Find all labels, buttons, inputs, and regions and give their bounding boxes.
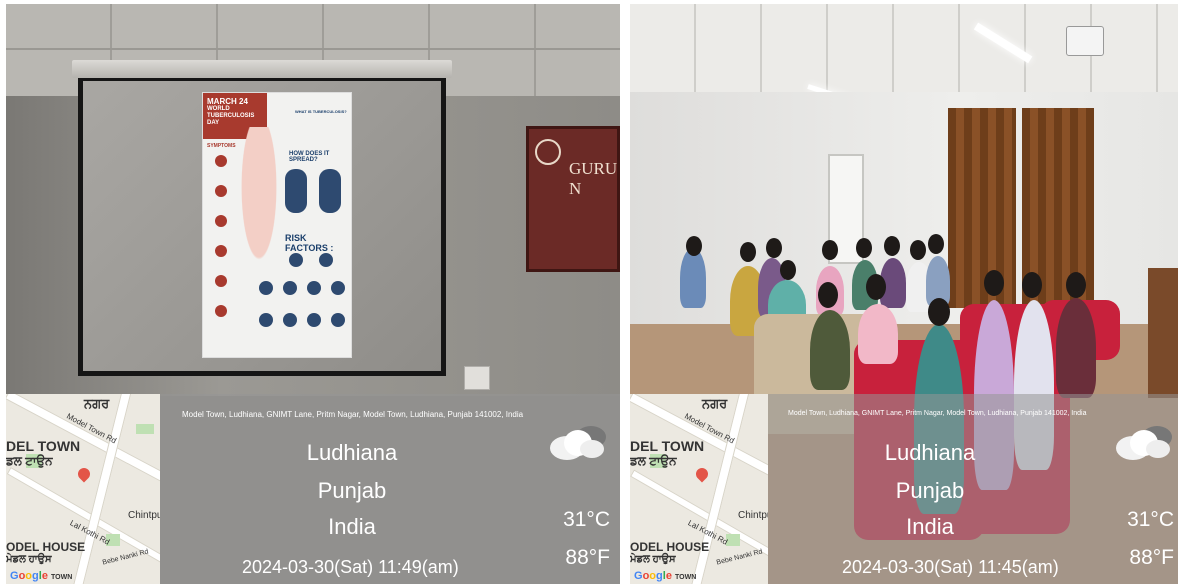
risk-icon	[289, 253, 303, 267]
podium	[1148, 268, 1178, 398]
google-logo: Google TOWN	[634, 570, 697, 582]
student	[1056, 298, 1096, 398]
location-map: ਨਗਰ DEL TOWN ਡਲ ਟਾਉਨ Model Town Rd Lal K…	[6, 394, 160, 584]
student-head	[866, 274, 886, 300]
poster-risk-factors: RISK FACTORS :	[285, 233, 334, 253]
map-brand-sub: TOWN	[675, 574, 697, 581]
person-icon	[285, 169, 307, 213]
symptom-icon	[215, 305, 227, 317]
student-head	[740, 242, 756, 262]
map-label-area: DEL TOWN	[6, 438, 81, 454]
screen-housing	[72, 60, 452, 78]
map-label-bottom: ODEL HOUSE	[6, 540, 86, 554]
risk-icon	[259, 313, 273, 327]
datetime-text: 2024-03-30(Sat) 11:49(am)	[242, 557, 459, 577]
risk-icon	[283, 281, 297, 295]
geotag-overlay: ਨਗਰ DEL TOWN ਡਲ ਟਾਉਨ Model Town Rd Lal K…	[630, 394, 1178, 584]
location-map: ਨਗਰ DEL TOWN ਡਲ ਟਾਉਨ Model Town Rd Lal K…	[630, 394, 768, 584]
map-label-area-pa: ਡਲ ਟਾਉਨ	[6, 454, 53, 468]
poster-date: MARCH 24	[207, 97, 248, 106]
student-head	[686, 236, 702, 256]
country-text: India	[328, 514, 376, 539]
map-road-3: Bebe Nanki Rd	[715, 548, 764, 567]
student-head	[822, 240, 838, 260]
cloud-icon	[1116, 426, 1174, 460]
student-head	[910, 240, 926, 260]
risk-icon	[331, 281, 345, 295]
symptom-icon	[215, 185, 227, 197]
poster-event-2: TUBERCULOSIS	[207, 113, 255, 119]
risk-icon	[283, 313, 297, 327]
map-label-right: Chintpu	[738, 510, 768, 521]
temperature-celsius: 31°C	[563, 508, 610, 531]
student-head	[984, 270, 1004, 296]
map-label-area-pa: ਡਲ ਟਾਉਨ	[630, 454, 677, 468]
curtain	[948, 108, 1016, 308]
state-text: Punjab	[317, 478, 387, 503]
city-text: Ludhiana	[306, 440, 398, 465]
student-head	[884, 236, 900, 256]
city-text: Ludhiana	[884, 440, 976, 465]
map-label-top: ਨਗਰ	[84, 396, 110, 411]
map-road-3: Bebe Nanki Rd	[101, 548, 150, 567]
map-label-bottom-pa: ਮੇਡਲ ਹਾਉਸ	[6, 554, 52, 565]
risk-icon	[259, 281, 273, 295]
cloud-icon	[550, 426, 608, 460]
student-head	[856, 238, 872, 258]
student-head	[780, 260, 796, 280]
location-pin-icon	[693, 465, 711, 483]
switch-board	[464, 366, 490, 390]
poster-symptoms: SYMPTOMS	[207, 143, 236, 149]
poster-body-illustration	[237, 127, 281, 277]
map-label-bottom-pa: ਮੇਡਲ ਹਾਉਸ	[630, 554, 676, 565]
risk-icon	[307, 281, 321, 295]
symptom-icon	[215, 155, 227, 167]
student-head	[928, 234, 944, 254]
photo-audience: ਨਗਰ DEL TOWN ਡਲ ਟਾਉਨ Model Town Rd Lal K…	[630, 4, 1178, 584]
map-label-bottom: ODEL HOUSE	[630, 540, 710, 554]
risk-icon	[331, 313, 345, 327]
datetime-text: 2024-03-30(Sat) 11:45(am)	[842, 557, 1059, 577]
student-head	[766, 238, 782, 258]
location-pin-icon	[75, 465, 93, 483]
student	[858, 304, 898, 364]
temperature-celsius: 31°C	[1127, 508, 1174, 531]
poster-question-what: WHAT IS TUBERCULOSIS?	[295, 109, 347, 114]
country-text: India	[906, 514, 954, 539]
symptom-icon	[215, 245, 227, 257]
map-label-top: ਨਗਰ	[702, 396, 728, 411]
student-head	[1022, 272, 1042, 298]
google-logo: Google TOWN	[10, 570, 73, 582]
projector	[1066, 26, 1104, 56]
geotag-overlay: ਨਗਰ DEL TOWN ਡਲ ਟਾਉਨ Model Town Rd Lal K…	[6, 394, 620, 584]
student	[810, 310, 850, 390]
map-label-right: Chintpu	[128, 510, 160, 521]
symptom-icon	[215, 275, 227, 287]
person-icon	[319, 169, 341, 213]
student-head	[818, 282, 838, 308]
temperature-fahrenheit: 88°F	[1129, 546, 1174, 569]
student	[680, 248, 706, 308]
photo-projection-screen: MARCH 24 WORLD TUBERCULOSIS DAY WHAT IS …	[6, 4, 620, 584]
student-head	[1066, 272, 1086, 298]
poster-question-spread: HOW DOES IT SPREAD?	[289, 151, 330, 163]
symptom-icon	[215, 215, 227, 227]
emblem-icon	[535, 139, 561, 165]
address-line: Model Town, Ludhiana, GNIMT Lane, Pritm …	[788, 410, 1087, 417]
risk-icon	[319, 253, 333, 267]
map-label-area: DEL TOWN	[630, 438, 705, 454]
poster-event-3: DAY	[207, 120, 220, 126]
poster-event-1: WORLD	[207, 106, 230, 112]
wall-banner-text: GURU N	[569, 159, 618, 198]
state-text: Punjab	[895, 478, 965, 503]
tb-day-poster: MARCH 24 WORLD TUBERCULOSIS DAY WHAT IS …	[202, 92, 352, 358]
student-head	[928, 298, 950, 326]
address-line: Model Town, Ludhiana, GNIMT Lane, Pritm …	[182, 410, 524, 419]
wall-banner: GURU N	[526, 126, 620, 272]
temperature-fahrenheit: 88°F	[565, 546, 610, 569]
map-brand-sub: TOWN	[51, 574, 73, 581]
risk-icon	[307, 313, 321, 327]
